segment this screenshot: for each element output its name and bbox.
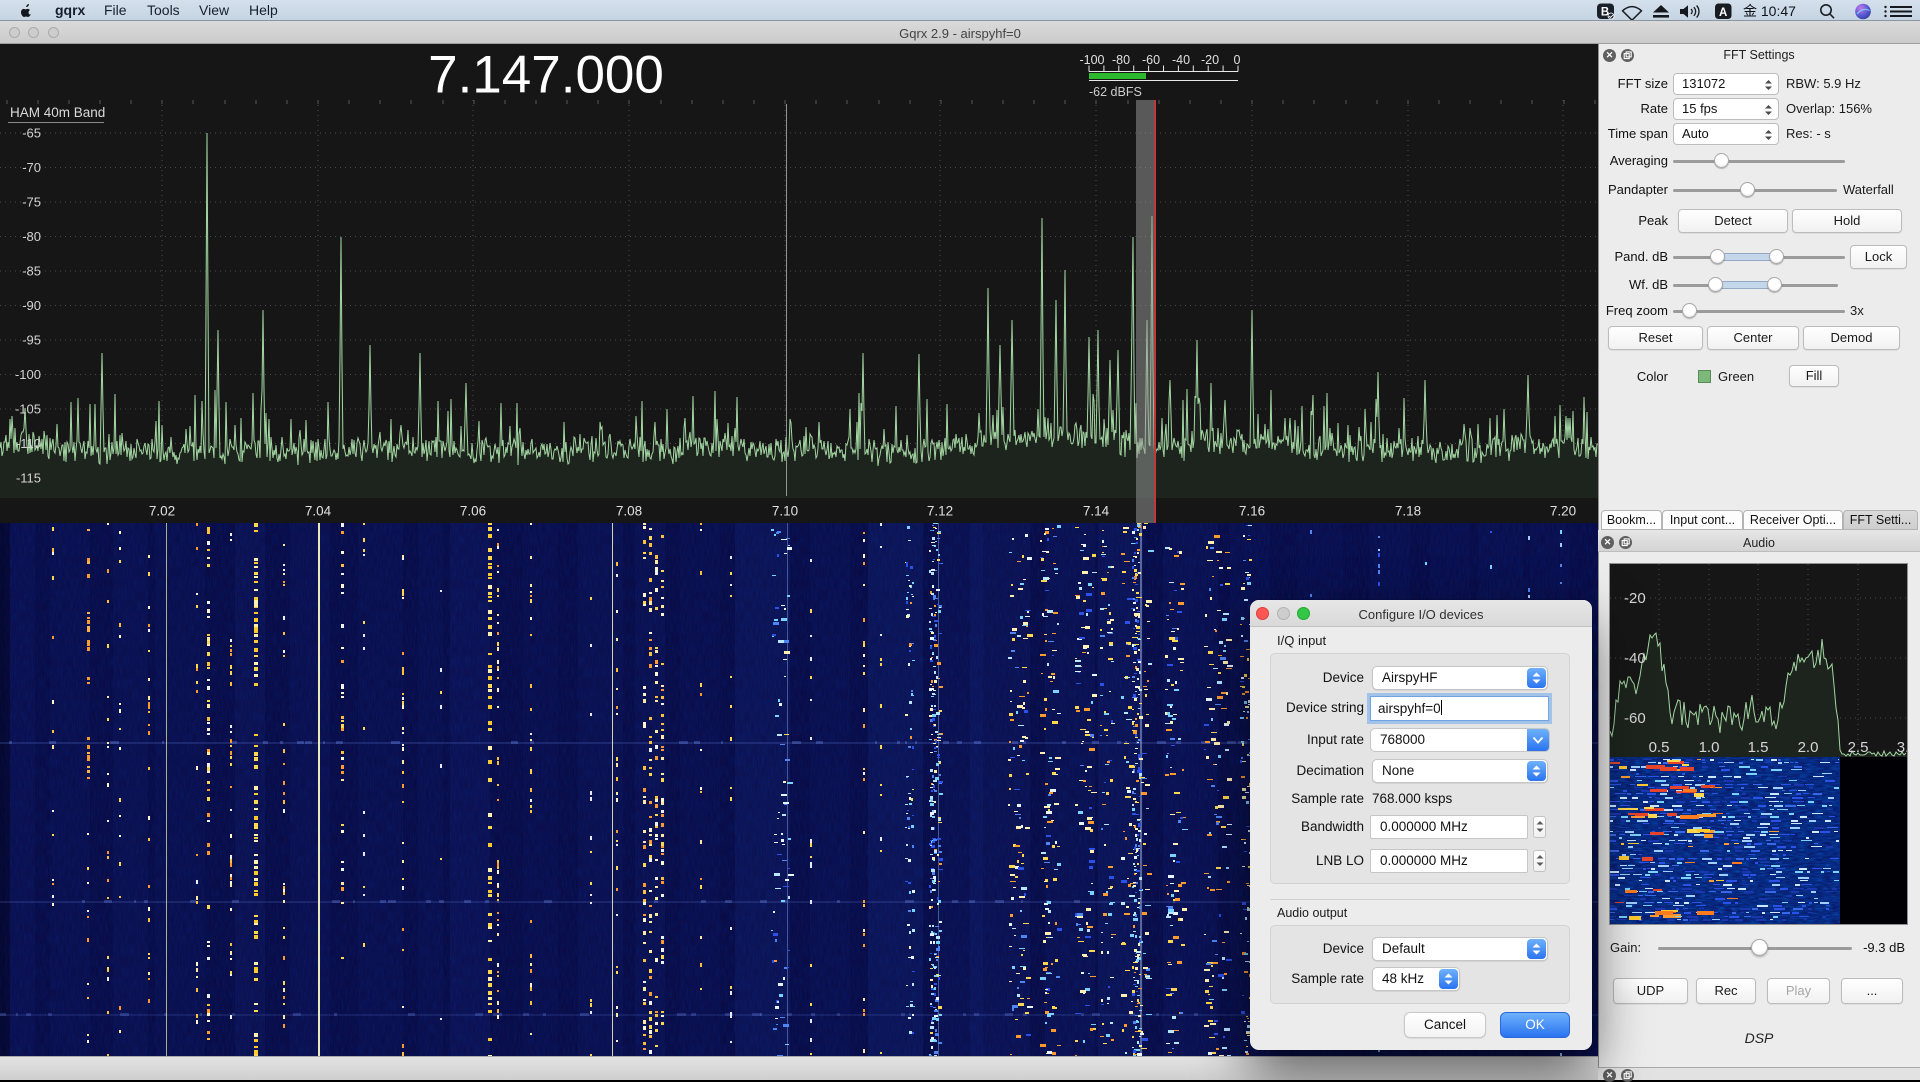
svg-text:3.: 3. [1897,739,1907,756]
svg-text:金 10:47: 金 10:47 [1743,3,1796,19]
svg-text:-110: -110 [16,436,41,451]
svg-text:-105: -105 [15,402,41,417]
svg-text:-70: -70 [22,160,41,175]
svg-text:-100: -100 [15,367,41,382]
svg-text:7.02: 7.02 [149,504,175,519]
svg-text:-100: -100 [1079,53,1104,67]
svg-text:-80: -80 [22,229,41,244]
svg-text:7.10: 7.10 [772,504,798,519]
svg-text:HAM 40m Band: HAM 40m Band [10,105,105,120]
svg-text:0.5: 0.5 [1649,739,1670,756]
svg-text:-60: -60 [1142,53,1160,67]
svg-text:1.0: 1.0 [1699,739,1720,756]
svg-text:-75: -75 [22,195,41,210]
svg-text:7.16: 7.16 [1239,504,1265,519]
svg-text:-115: -115 [16,471,41,486]
svg-text:7.18: 7.18 [1395,504,1421,519]
svg-text:A: A [1719,7,1727,19]
svg-text:7.20: 7.20 [1550,504,1576,519]
svg-text:7.14: 7.14 [1083,504,1110,519]
svg-text:-62 dBFS: -62 dBFS [1089,85,1142,99]
svg-text:-20: -20 [1201,53,1219,67]
svg-text:-85: -85 [22,264,41,279]
svg-text:-40: -40 [1624,650,1646,667]
svg-text:7.08: 7.08 [616,504,642,519]
svg-text:7.04: 7.04 [305,504,332,519]
svg-text:0: 0 [1234,53,1241,67]
svg-text:1.5: 1.5 [1748,739,1769,756]
svg-text:-40: -40 [1172,53,1190,67]
svg-text:2.0: 2.0 [1798,739,1819,756]
svg-text:7.06: 7.06 [460,504,486,519]
svg-text:-80: -80 [1112,53,1130,67]
svg-text:7.12: 7.12 [927,504,953,519]
svg-text:-20: -20 [1624,590,1646,607]
svg-text:-90: -90 [22,298,41,313]
svg-text:-65: -65 [22,126,41,141]
svg-text:-95: -95 [22,333,41,348]
svg-text:-60: -60 [1624,710,1646,727]
svg-text:7.147.000: 7.147.000 [428,46,664,105]
svg-text:2.5: 2.5 [1848,739,1869,756]
